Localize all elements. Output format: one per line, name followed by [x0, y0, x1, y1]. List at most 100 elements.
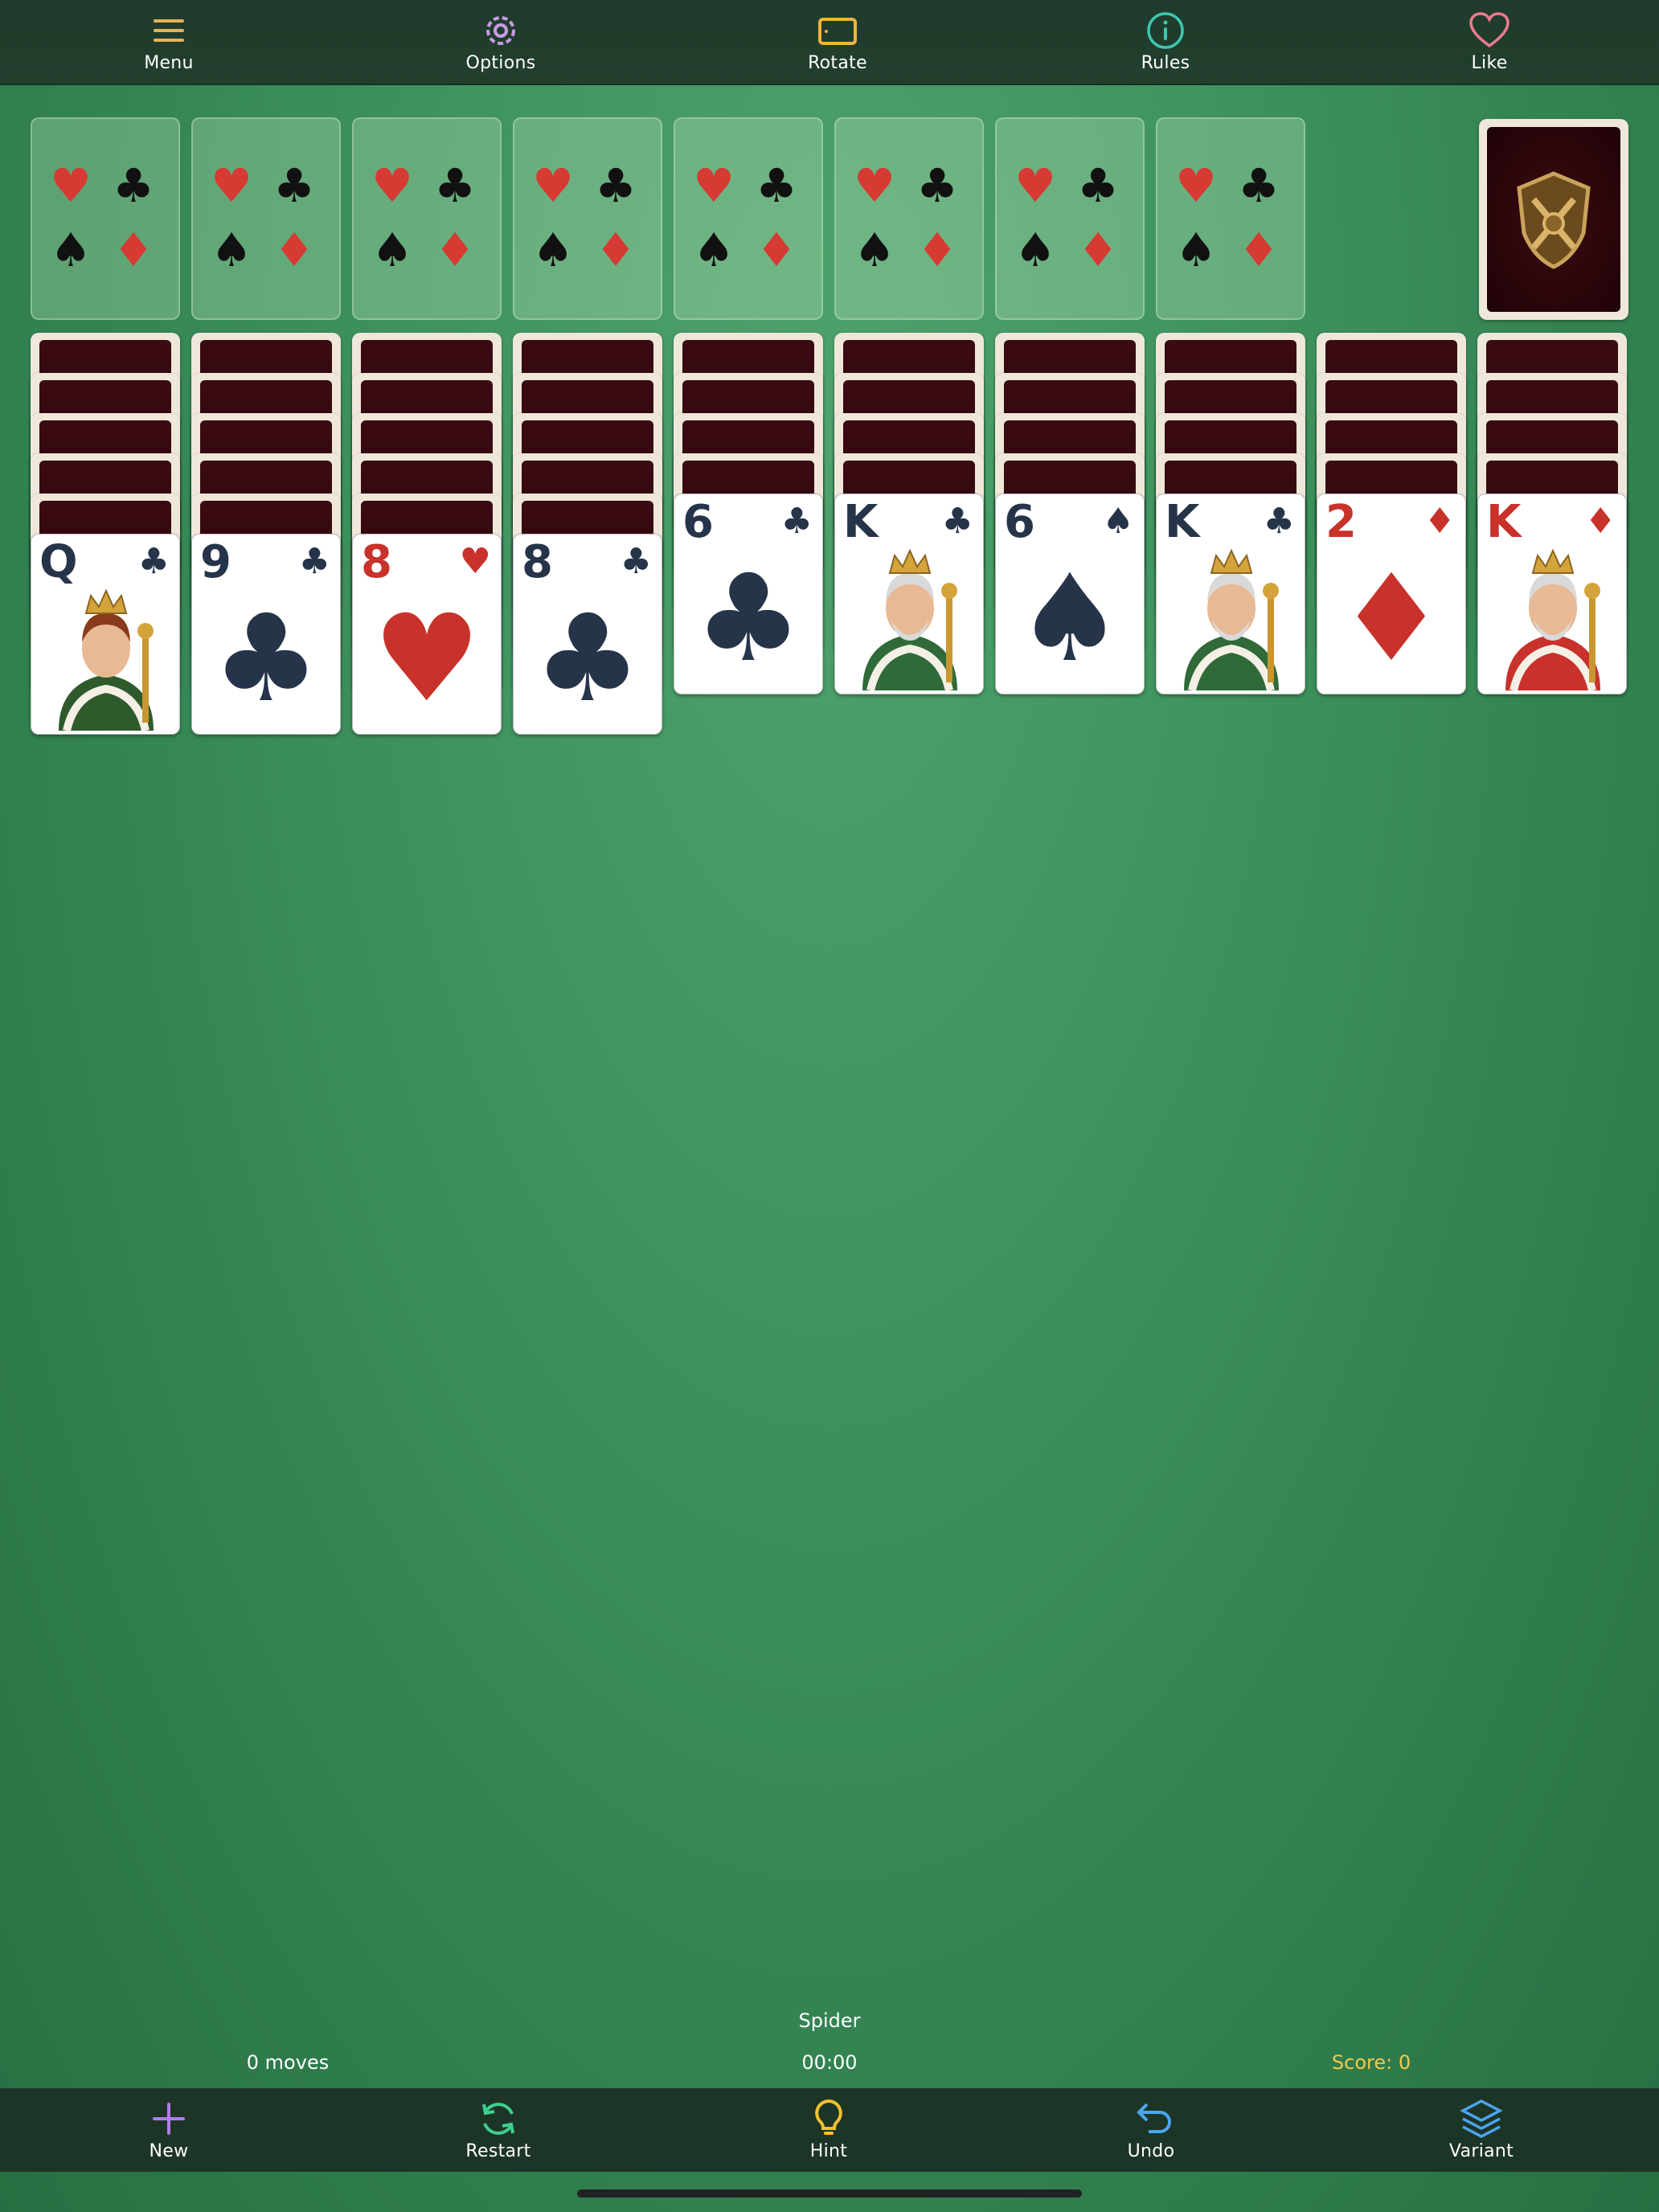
- diamond-icon: ♦: [595, 223, 637, 277]
- card-back: [1487, 127, 1620, 312]
- foundation-slot[interactable]: ♥ ♣ ♠ ♦: [31, 117, 180, 320]
- heart-icon: ♥: [371, 158, 413, 213]
- undo-label: Undo: [1127, 2141, 1175, 2161]
- heart-icon: ♥: [532, 158, 574, 213]
- like-label: Like: [1471, 53, 1508, 73]
- card-center-suit-icon: ♥: [372, 589, 481, 729]
- restart-label: Restart: [465, 2141, 531, 2161]
- move-counter: 0 moves: [246, 2051, 330, 2074]
- new-game-button[interactable]: New: [96, 2088, 241, 2172]
- hint-button[interactable]: Hint: [756, 2088, 901, 2172]
- card-center-suit-icon: ♦: [1337, 549, 1446, 689]
- card-rank: K: [843, 496, 879, 548]
- card-suit-icon: ♣: [620, 541, 652, 582]
- foundation-slot[interactable]: ♥ ♣ ♠ ♦: [352, 117, 502, 320]
- foundation-slot[interactable]: ♥ ♣ ♠ ♦: [995, 117, 1145, 320]
- heart-icon: [1469, 12, 1509, 48]
- restart-button[interactable]: Restart: [426, 2088, 571, 2172]
- king-portrait: [1489, 546, 1615, 692]
- diamond-icon: ♦: [1238, 223, 1280, 277]
- playing-card[interactable]: 6 ♠ ♠: [995, 494, 1145, 694]
- card-center-suit-icon: ♣: [211, 589, 321, 729]
- playing-card[interactable]: K ♣: [834, 494, 984, 694]
- heart-icon: ♥: [50, 158, 92, 213]
- like-button[interactable]: Like: [1417, 0, 1562, 84]
- playing-card[interactable]: 9 ♣ ♣: [191, 534, 341, 735]
- card-rank: Q: [39, 536, 78, 588]
- home-indicator: [577, 2189, 1082, 2198]
- diamond-icon: ♦: [273, 223, 315, 277]
- card-rank: K: [1486, 496, 1522, 548]
- undo-arrow-icon: [1137, 2103, 1171, 2133]
- new-label: New: [149, 2141, 189, 2161]
- heart-icon: ♥: [854, 158, 895, 213]
- playing-card[interactable]: K ♣: [1156, 494, 1305, 694]
- spade-icon: ♠: [211, 223, 252, 277]
- foundation-slot[interactable]: ♥ ♣ ♠ ♦: [513, 117, 662, 320]
- info-icon: [1147, 12, 1184, 49]
- spade-icon: ♠: [693, 223, 735, 277]
- card-rank: K: [1165, 496, 1200, 548]
- diamond-icon: ♦: [1077, 223, 1119, 277]
- spade-icon: ♠: [1175, 223, 1217, 277]
- rules-button[interactable]: Rules: [1093, 0, 1238, 84]
- card-rank: 6: [1004, 496, 1035, 548]
- card-suit-icon: ♦: [1584, 501, 1616, 542]
- rotate-button[interactable]: Rotate: [765, 0, 910, 84]
- club-icon: ♣: [1238, 158, 1280, 213]
- card-rank: 8: [522, 536, 553, 588]
- playing-card[interactable]: Q ♣: [31, 534, 180, 735]
- card-suit-icon: ♠: [1102, 501, 1134, 542]
- playing-card[interactable]: 8 ♥ ♥: [352, 534, 502, 735]
- card-center-suit-icon: ♠: [1015, 549, 1124, 689]
- card-suit-icon: ♦: [1423, 501, 1456, 542]
- card-center-suit-icon: ♣: [694, 549, 803, 689]
- foundation-slot[interactable]: ♥ ♣ ♠ ♦: [1156, 117, 1305, 320]
- menu-label: Menu: [144, 53, 194, 73]
- options-label: Options: [465, 53, 536, 73]
- stock-pile[interactable]: [1479, 119, 1628, 320]
- undo-button[interactable]: Undo: [1079, 2088, 1223, 2172]
- timer: 00:00: [801, 2051, 858, 2074]
- hint-label: Hint: [809, 2141, 848, 2161]
- playing-card[interactable]: 2 ♦ ♦: [1317, 494, 1466, 694]
- restart-icon: [482, 2103, 514, 2135]
- card-rank: 8: [361, 536, 392, 588]
- foundation-slot[interactable]: ♥ ♣ ♠ ♦: [674, 117, 823, 320]
- rotate-device-icon: [818, 18, 857, 45]
- spade-icon: ♠: [532, 223, 574, 277]
- heart-icon: ♥: [1014, 158, 1056, 213]
- playing-card[interactable]: 6 ♣ ♣: [674, 494, 823, 694]
- bottom-toolbar: New Restart Hint Undo Variant: [0, 2088, 1659, 2172]
- spade-icon: ♠: [50, 223, 92, 277]
- club-icon: ♣: [595, 158, 637, 213]
- heart-icon: ♥: [1175, 158, 1217, 213]
- playing-card[interactable]: 8 ♣ ♣: [513, 534, 662, 735]
- foundation-slot[interactable]: ♥ ♣ ♠ ♦: [834, 117, 984, 320]
- shield-emblem-icon: [1517, 171, 1591, 269]
- club-icon: ♣: [273, 158, 315, 213]
- card-suit-icon: ♣: [298, 541, 330, 582]
- card-suit-icon: ♥: [459, 541, 491, 582]
- top-toolbar: Menu Options Rotate Rules Like: [0, 0, 1659, 85]
- score: Score: 0: [1331, 2051, 1411, 2074]
- club-icon: ♣: [113, 158, 154, 213]
- queen-portrait: [43, 586, 168, 732]
- variant-button[interactable]: Variant: [1409, 2088, 1554, 2172]
- card-rank: 2: [1325, 496, 1357, 548]
- king-portrait: [1168, 546, 1293, 692]
- rotate-label: Rotate: [808, 53, 867, 73]
- club-icon: ♣: [916, 158, 958, 213]
- variant-label: Variant: [1448, 2141, 1514, 2161]
- diamond-icon: ♦: [113, 223, 154, 277]
- playing-card[interactable]: K ♦: [1477, 494, 1627, 694]
- foundation-slot[interactable]: ♥ ♣ ♠ ♦: [191, 117, 341, 320]
- spade-icon: ♠: [854, 223, 895, 277]
- options-button[interactable]: Options: [428, 0, 573, 84]
- layers-icon: [1460, 2099, 1503, 2138]
- club-icon: ♣: [756, 158, 797, 213]
- club-icon: ♣: [1077, 158, 1119, 213]
- game-name: Spider: [798, 2009, 861, 2032]
- card-suit-icon: ♣: [941, 501, 973, 542]
- menu-button[interactable]: Menu: [96, 0, 241, 84]
